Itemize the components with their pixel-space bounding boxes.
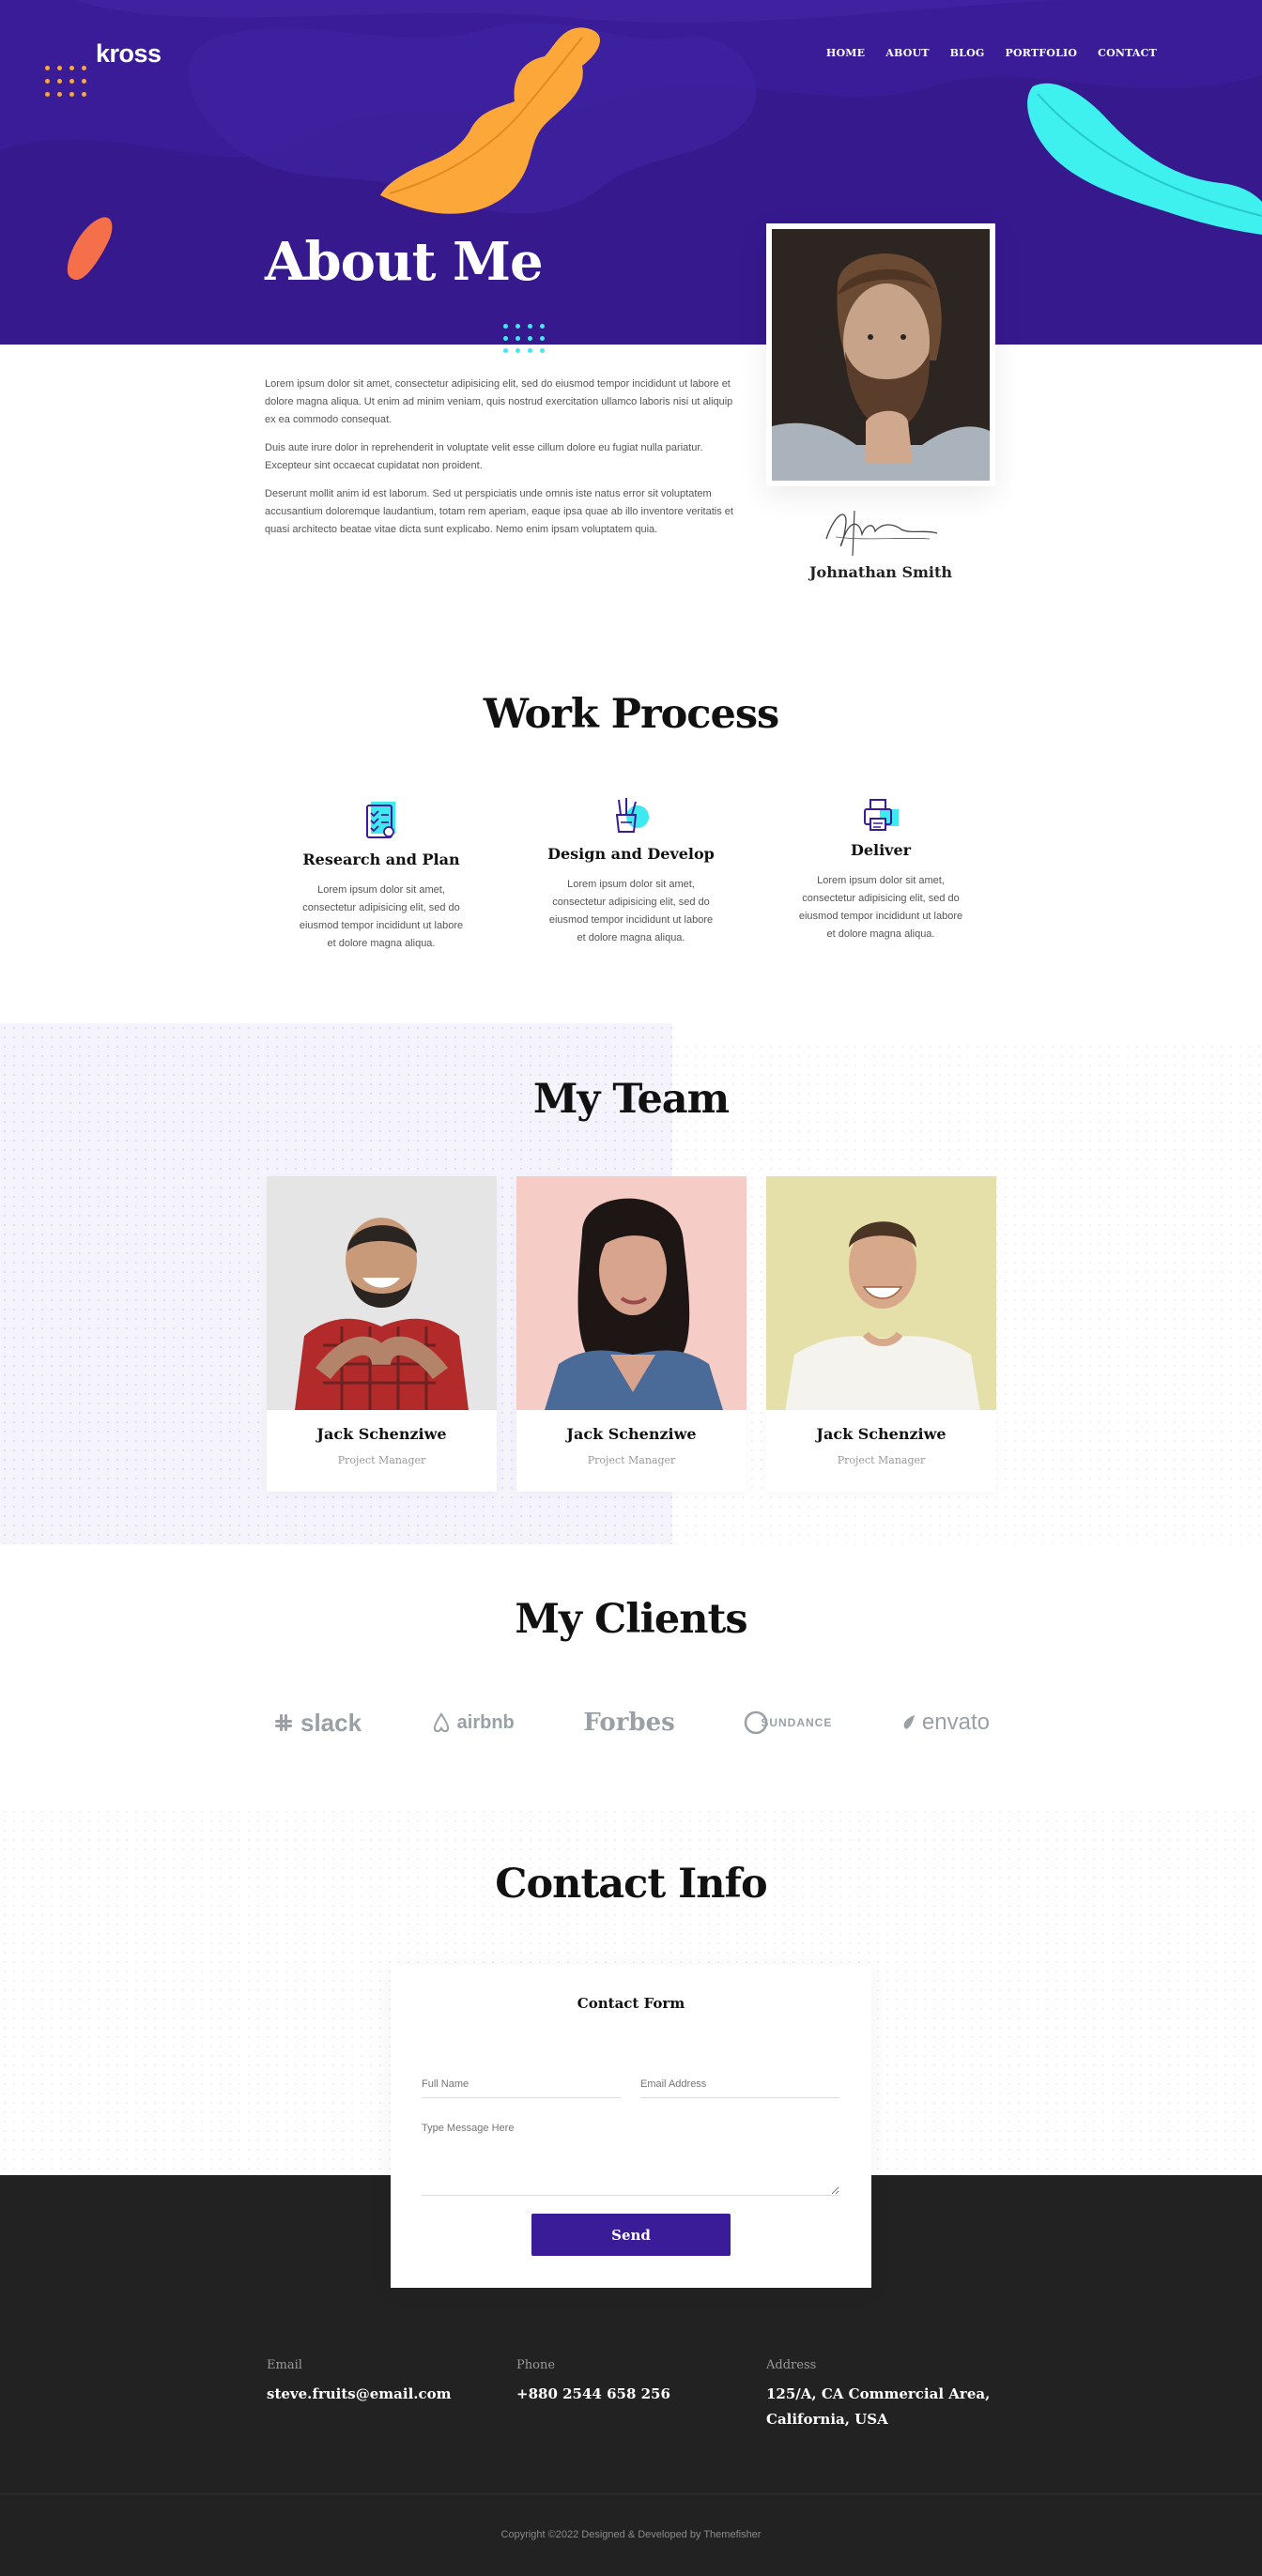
client-logo-envato[interactable]: envato — [901, 1710, 990, 1736]
process-title-deliver: Deliver — [850, 841, 912, 859]
main-nav: HOME ABOUT BLOG PORTFOLIO CONTACT — [826, 47, 1157, 59]
airbnb-icon — [433, 1712, 449, 1733]
envato-wordmark: envato — [921, 1710, 990, 1735]
team-photo-1 — [267, 1176, 497, 1410]
send-button[interactable]: Send — [531, 2214, 731, 2256]
printer-icon — [859, 796, 902, 834]
team-name-1: Jack Schenziwe — [316, 1425, 447, 1443]
contact-form-title: Contact Form — [577, 1995, 685, 2012]
slack-icon — [275, 1714, 292, 1731]
client-logo-sundance[interactable]: SUNDANCE — [744, 1710, 832, 1735]
sundance-wordmark: SUNDANCE — [761, 1716, 833, 1729]
profile-photo — [772, 229, 990, 481]
team-role-1: Project Manager — [337, 1454, 426, 1466]
process-step-design: Design and Develop Lorem ipsum dolor sit… — [546, 794, 716, 947]
pencil-cup-icon — [609, 794, 653, 837]
airbnb-wordmark: airbnb — [456, 1711, 515, 1733]
footer-divider — [0, 2493, 1262, 2494]
footer-address-label: Address — [766, 2358, 817, 2372]
footer-phone: Phone +880 2544 658 256 — [516, 2358, 670, 2407]
team-role-2: Project Manager — [587, 1454, 676, 1466]
footer-email: Email steve.fruits@email.com — [267, 2358, 452, 2407]
process-text-deliver: Lorem ipsum dolor sit amet, consectetur … — [798, 875, 963, 940]
slack-wordmark: slack — [300, 1708, 362, 1737]
client-logo-forbes[interactable]: Forbes — [583, 1709, 674, 1737]
process-text-research: Lorem ipsum dolor sit amet, consectetur … — [299, 884, 464, 949]
team-name-3: Jack Schenziwe — [816, 1425, 946, 1443]
team-card-1[interactable]: Jack Schenziwe Project Manager — [267, 1176, 497, 1492]
process-step-deliver: Deliver Lorem ipsum dolor sit amet, cons… — [796, 796, 965, 943]
nav-blog[interactable]: BLOG — [950, 47, 985, 59]
nav-about[interactable]: ABOUT — [885, 47, 929, 59]
work-process-title: Work Process — [483, 691, 780, 738]
about-paragraph-3: Deserunt mollit anim id est laborum. Sed… — [265, 488, 733, 535]
contact-form: Contact Form Send — [391, 1965, 871, 2288]
process-title-research: Research and Plan — [302, 851, 460, 868]
about-paragraph-1: Lorem ipsum dolor sit amet, consectetur … — [265, 378, 733, 425]
copyright-text: Copyright ©2022 Designed & Developed by … — [500, 2529, 762, 2540]
footer-email-label: Email — [267, 2358, 302, 2372]
message-textarea[interactable] — [422, 2123, 839, 2196]
cyan-dots-decoration — [503, 324, 556, 361]
team-card-3[interactable]: Jack Schenziwe Project Manager — [766, 1176, 996, 1492]
team-card-2[interactable]: Jack Schenziwe Project Manager — [516, 1176, 746, 1492]
footer-phone-value[interactable]: +880 2544 658 256 — [516, 2382, 670, 2407]
client-logo-slack[interactable]: slack — [272, 1709, 362, 1738]
nav-contact[interactable]: CONTACT — [1098, 47, 1157, 59]
hero-banner: kross HOME ABOUT BLOG PORTFOLIO CONTACT … — [0, 0, 1262, 345]
footer-address-line1: 125/A, CA Commercial Area, — [766, 2385, 991, 2402]
footer-phone-label: Phone — [516, 2358, 556, 2372]
site-logo[interactable]: kross — [96, 39, 162, 69]
about-title: About Me — [265, 231, 544, 293]
clients-title: My Clients — [515, 1596, 747, 1643]
footer-address: Address 125/A, CA Commercial Area, Calif… — [766, 2358, 990, 2432]
footer-email-value[interactable]: steve.fruits@email.com — [267, 2382, 452, 2407]
logo-dots-decoration — [45, 66, 101, 103]
forbes-wordmark: Forbes — [583, 1709, 675, 1737]
client-logo-airbnb[interactable]: airbnb — [431, 1711, 515, 1734]
team-photo-3 — [766, 1176, 996, 1410]
signature-image — [825, 510, 938, 557]
team-photo-2 — [516, 1176, 746, 1410]
email-input[interactable] — [640, 2070, 839, 2098]
nav-portfolio[interactable]: PORTFOLIO — [1005, 47, 1077, 59]
nav-home[interactable]: HOME — [826, 47, 865, 59]
client-logos: slack airbnb Forbes SUNDANCE envato — [272, 1699, 990, 1746]
checklist-icon — [360, 800, 403, 843]
process-step-research: Research and Plan Lorem ipsum dolor sit … — [297, 800, 466, 953]
full-name-input[interactable] — [422, 2070, 621, 2098]
about-text: Lorem ipsum dolor sit amet, consectetur … — [265, 376, 746, 549]
signature-name: Johnathan Smith — [808, 563, 953, 581]
envato-leaf-icon — [903, 1715, 915, 1729]
process-text-design: Lorem ipsum dolor sit amet, consectetur … — [548, 879, 714, 943]
profile-portrait — [766, 223, 995, 486]
team-role-3: Project Manager — [837, 1454, 926, 1466]
team-name-2: Jack Schenziwe — [566, 1425, 697, 1443]
contact-title: Contact Info — [495, 1861, 767, 1908]
about-paragraph-2: Duis aute irure dolor in reprehenderit i… — [265, 442, 703, 471]
team-title: My Team — [532, 1076, 730, 1123]
process-title-design: Design and Develop — [547, 845, 715, 863]
footer-address-line2: California, USA — [766, 2411, 888, 2428]
bearded-man-illustration — [772, 229, 990, 481]
